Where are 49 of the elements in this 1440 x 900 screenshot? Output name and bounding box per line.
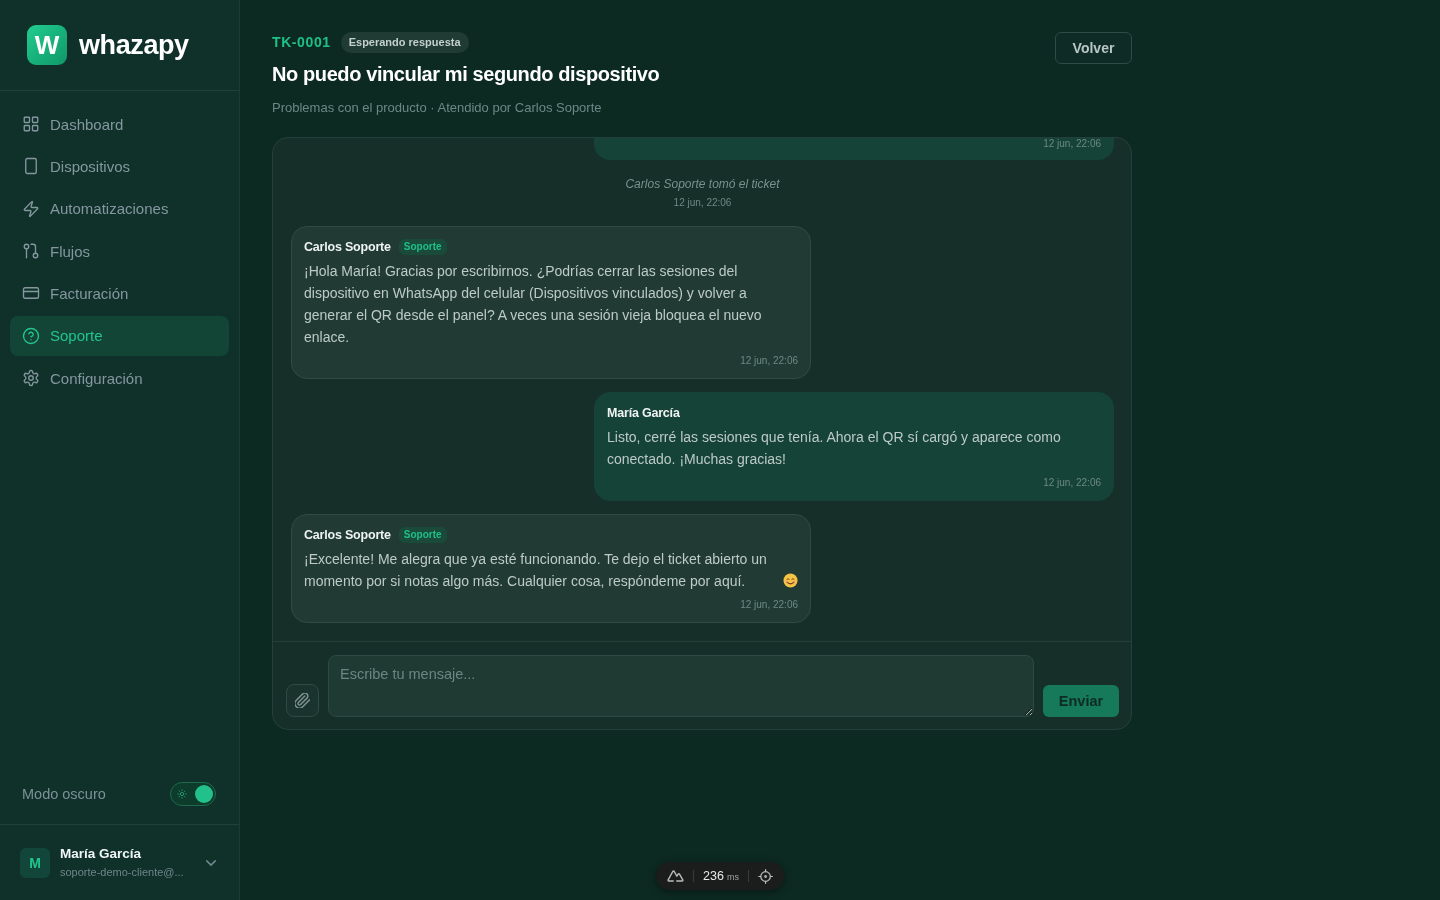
role-badge: Soporte [398, 527, 447, 543]
message-author: Carlos Soporte [304, 240, 391, 254]
lightning-icon [22, 199, 40, 218]
event-time: 12 jun, 22:06 [673, 196, 732, 210]
timing-value: 236 [703, 869, 724, 883]
nav-item[interactable]: Automatizaciones [10, 188, 229, 229]
ticket-title: No puedo vincular mi segundo dispositivo [272, 62, 660, 86]
timing-unit: ms [726, 872, 739, 882]
branch-icon [22, 242, 40, 261]
message-time: 12 jun, 22:06 [1043, 477, 1101, 489]
role-badge: Soporte [398, 239, 447, 255]
user-name: María García [60, 846, 142, 862]
mountain-icon[interactable] [667, 870, 685, 882]
dark-mode-label: Modo oscuro [22, 786, 106, 802]
nav-item[interactable]: Soporte [10, 315, 229, 356]
message-time: 12 jun, 22:06 [1043, 138, 1101, 150]
user-email: soporte-demo-cliente@... [60, 865, 184, 879]
brand-name: whazapy [79, 29, 189, 61]
smartphone-icon [22, 157, 40, 176]
message-time: 12 jun, 22:06 [740, 599, 798, 611]
ticket-subtitle: Problemas con el producto · Atendido por Carlos Soporte [272, 99, 602, 116]
brand-logo: W [27, 25, 67, 65]
message-input[interactable]: Escribe tu mensaje... [328, 655, 1034, 717]
message-author: Carlos Soporte [304, 528, 391, 542]
help-icon [22, 326, 40, 345]
message-text: Listo, cerré las sesiones que tenía. Ahora el QR sí cargó y aparece como conectado. ¡Muchas gracias! [607, 428, 1062, 469]
back-button[interactable]: Volver [1055, 32, 1132, 64]
settings-icon [22, 369, 40, 388]
attach-button[interactable] [286, 684, 319, 717]
paperclip-icon [295, 693, 310, 708]
message-text: ¡Hola María! Gracias por escribirnos. ¿Podrías cerrar las sesiones del dispositivo en WhatsApp del celular (Dispositivos vinculados) y volver a generar el QR desde el panel? A veces una sesión vieja bloquea el nuevo enlace. [304, 262, 763, 347]
nav-item[interactable]: Facturación [10, 273, 229, 314]
grid-icon [22, 115, 40, 133]
nav-item[interactable]: Dispositivos [10, 146, 229, 187]
send-button[interactable]: Enviar [1043, 685, 1119, 717]
dark-mode-toggle[interactable] [170, 782, 216, 806]
ticket-id: TK-0001 [272, 34, 331, 50]
nav-item[interactable]: Flujos [10, 231, 229, 272]
status-badge: Esperando respuesta [340, 31, 469, 53]
message-author: María García [607, 406, 680, 420]
sun-icon [177, 789, 187, 799]
user-avatar: M [20, 847, 50, 878]
event-text: Carlos Soporte tomó el ticket [625, 176, 780, 192]
nav-item[interactable]: Dashboard [10, 104, 229, 144]
message-time: 12 jun, 22:06 [740, 355, 798, 367]
message-text: ¡Excelente! Me alegra que ya esté funcionando. Te dejo el ticket abierto un momento por si notas algo más. Cualquier cosa, respóndeme por aquí. [304, 550, 768, 591]
nav-item[interactable]: Configuración [10, 358, 229, 399]
chevron-down-icon[interactable] [206, 859, 216, 866]
crosshair-icon[interactable] [757, 868, 773, 884]
